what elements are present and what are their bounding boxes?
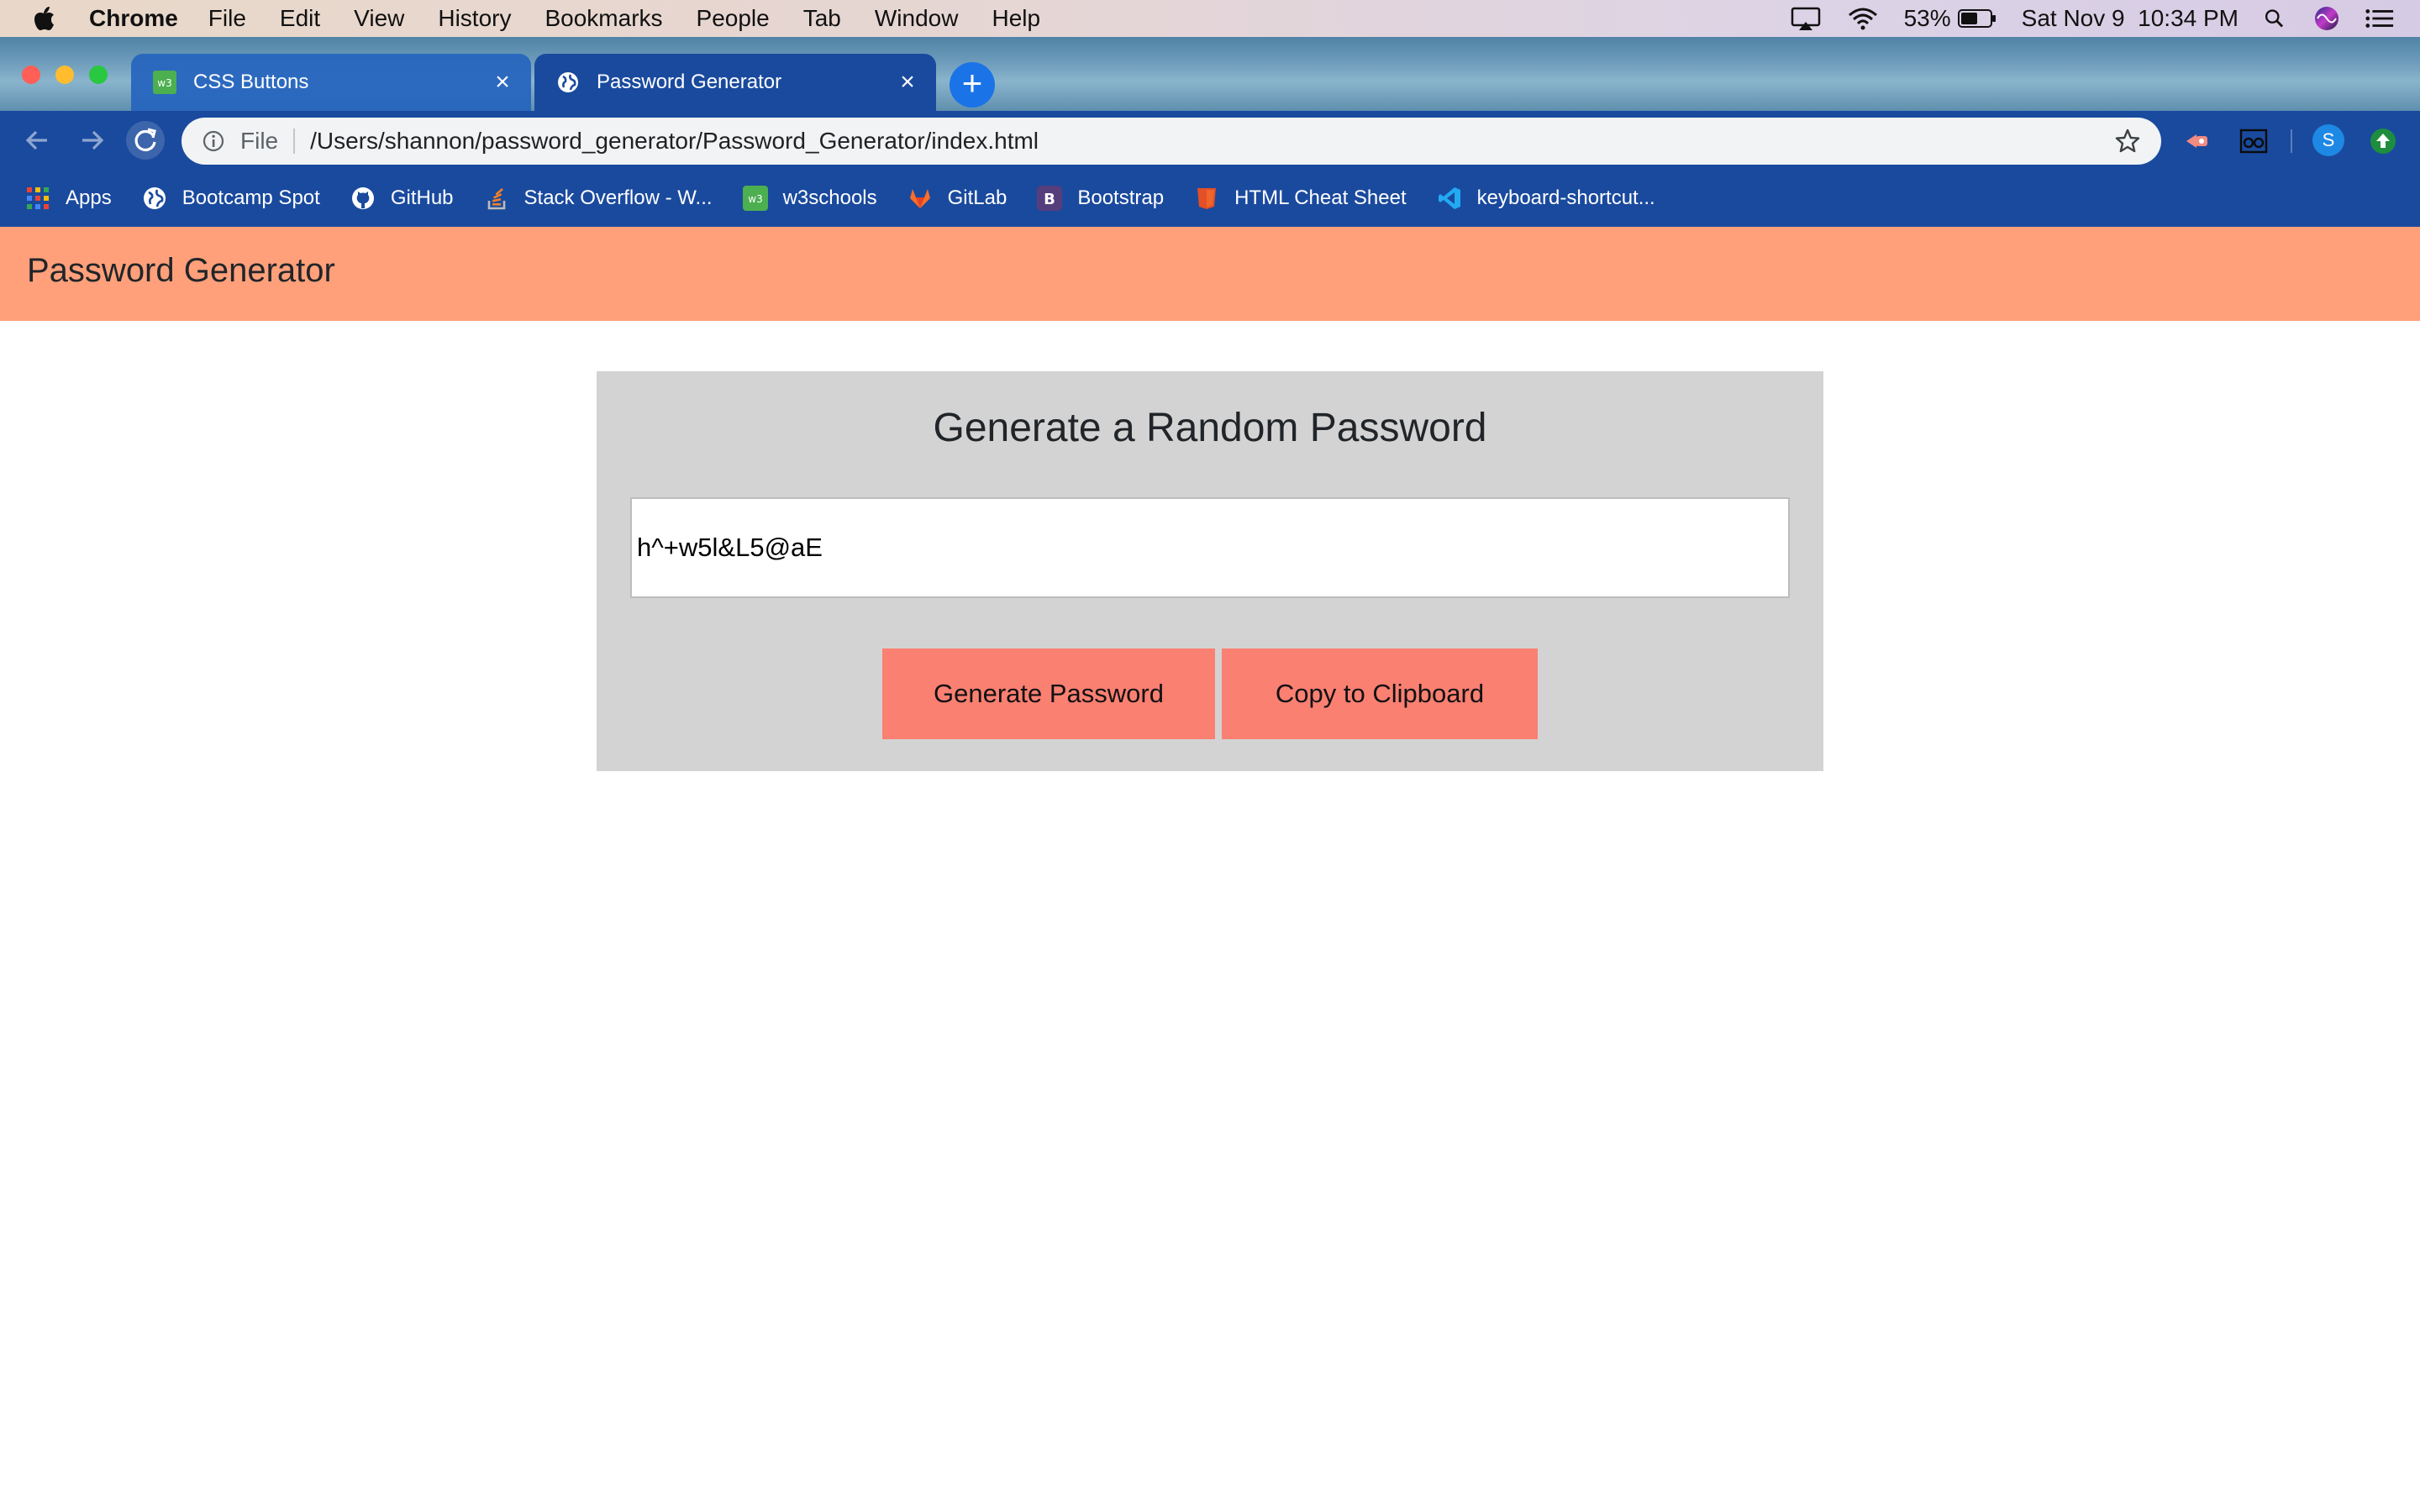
bookmark-label: w3schools [782, 186, 877, 209]
w3schools-icon: w3 [153, 71, 176, 94]
profile-initial: S [2322, 129, 2335, 150]
generate-password-button[interactable]: Generate Password [882, 648, 1215, 739]
tab-css-buttons[interactable]: w3 CSS Buttons × [131, 54, 531, 111]
reload-icon [134, 128, 156, 152]
toolbar-divider [2291, 129, 2292, 153]
menu-tab[interactable]: Tab [803, 5, 841, 32]
macos-menu-bar: Chrome File Edit View History Bookmarks … [0, 0, 2420, 37]
reader-extension-icon[interactable] [2238, 126, 2269, 156]
tab-close-icon[interactable]: × [896, 70, 919, 95]
svg-text:w3: w3 [748, 193, 762, 205]
bookmark-bootcamp-spot[interactable]: Bootcamp Spot [142, 186, 320, 211]
battery-percent: 53% [1903, 5, 1951, 31]
back-button[interactable] [18, 121, 57, 160]
reload-button[interactable] [126, 121, 165, 160]
bookmark-label: GitLab [947, 186, 1007, 209]
tab-title: Password Generator [597, 71, 782, 93]
menu-bookmarks[interactable]: Bookmarks [544, 5, 662, 32]
globe-icon [143, 187, 166, 209]
menu-file[interactable]: File [208, 5, 246, 32]
bookmark-github[interactable]: GitHub [350, 186, 454, 211]
tab-strip: w3 CSS Buttons × Password Generator × + [0, 37, 2420, 111]
apple-logo-icon[interactable] [34, 6, 55, 31]
menu-app-chrome[interactable]: Chrome [89, 5, 178, 32]
gitlab-icon [909, 189, 930, 208]
spotlight-search-icon[interactable] [2264, 6, 2289, 31]
bookmark-stack-overflow[interactable]: Stack Overflow - W... [484, 186, 713, 211]
url-scheme-label: File [240, 129, 296, 154]
bookmarks-bar: Apps Bootcamp Spot GitHub Stack Overflow… [0, 170, 2420, 227]
window-close-button[interactable] [22, 66, 40, 84]
siri-icon[interactable] [2314, 6, 2339, 31]
profile-avatar[interactable]: S [2312, 124, 2344, 156]
globe-icon [558, 72, 578, 92]
bootstrap-icon: B [1037, 186, 1063, 211]
bookmark-label: Bootstrap [1077, 186, 1165, 209]
stackoverflow-icon [487, 188, 505, 210]
bookmark-label: Bootcamp Spot [182, 186, 320, 209]
menu-view[interactable]: View [354, 5, 404, 32]
github-icon [351, 187, 374, 209]
url-text[interactable]: /Users/shannon/password_generator/Passwo… [310, 128, 1039, 155]
tab-password-generator[interactable]: Password Generator × [534, 54, 936, 111]
info-icon[interactable] [202, 129, 225, 153]
bookmark-label: HTML Cheat Sheet [1234, 186, 1407, 209]
svg-text:w3: w3 [157, 77, 171, 89]
menu-help[interactable]: Help [992, 5, 1040, 32]
tab-title: CSS Buttons [193, 71, 309, 93]
bookmark-keyboard-shortcuts[interactable]: keyboard-shortcut... [1437, 186, 1655, 211]
bookmark-w3schools[interactable]: w3 w3schools [742, 186, 877, 211]
arrow-left-icon [25, 130, 47, 150]
menu-window[interactable]: Window [875, 5, 959, 32]
password-output-field[interactable]: h^+w5l&L5@aE [630, 497, 1790, 598]
clock[interactable]: Sat Nov 9 10:34 PM [2022, 5, 2238, 32]
update-arrow-icon[interactable] [2368, 126, 2398, 156]
bookmark-label: Stack Overflow - W... [523, 186, 713, 209]
battery-icon[interactable] [1957, 8, 1996, 29]
airplay-icon[interactable] [1790, 6, 1822, 31]
browser-toolbar: File /Users/shannon/password_generator/P… [0, 111, 2420, 170]
html5-icon [1197, 188, 1217, 209]
forward-button[interactable] [72, 121, 111, 160]
menu-history[interactable]: History [438, 5, 511, 32]
bookmark-label: keyboard-shortcut... [1476, 186, 1655, 209]
navbar-brand[interactable]: Password Generator [27, 252, 335, 290]
window-minimize-button[interactable] [55, 66, 74, 84]
vscode-icon [1438, 187, 1460, 209]
notification-center-icon[interactable] [2365, 6, 2395, 31]
bookmark-html-cheat-sheet[interactable]: HTML Cheat Sheet [1194, 186, 1407, 211]
bookmark-label: GitHub [390, 186, 454, 209]
bookmark-bootstrap[interactable]: B Bootstrap [1037, 186, 1164, 211]
bookmark-gitlab[interactable]: GitLab [908, 186, 1007, 211]
generator-card: Generate a Random Password h^+w5l&L5@aE … [597, 371, 1823, 771]
arrow-right-icon [82, 130, 104, 150]
copy-to-clipboard-button[interactable]: Copy to Clipboard [1222, 648, 1538, 739]
svg-text:B: B [1044, 191, 1055, 208]
page-viewport: Password Generator Generate a Random Pas… [0, 227, 2420, 1512]
bookmark-apps[interactable]: Apps [25, 186, 112, 211]
apps-grid-icon [27, 187, 49, 209]
address-bar[interactable]: File /Users/shannon/password_generator/P… [182, 118, 2161, 165]
card-title: Generate a Random Password [933, 406, 1487, 450]
plus-icon: + [961, 63, 983, 102]
bookmark-label: Apps [66, 186, 112, 209]
menu-people[interactable]: People [697, 5, 770, 32]
window-zoom-button[interactable] [89, 66, 108, 84]
tab-close-icon[interactable]: × [491, 70, 514, 95]
screencast-extension-icon[interactable] [2183, 126, 2213, 156]
bookmark-star-icon[interactable] [2114, 128, 2141, 155]
menu-edit[interactable]: Edit [280, 5, 320, 32]
new-tab-button[interactable]: + [950, 62, 995, 108]
w3schools-icon: w3 [742, 186, 768, 211]
status-tray: 53% Sat Nov 9 10:34 PM [1790, 0, 2420, 37]
wifi-icon[interactable] [1847, 6, 1879, 31]
password-value: h^+w5l&L5@aE [637, 533, 823, 562]
site-navbar: Password Generator [0, 227, 2420, 321]
